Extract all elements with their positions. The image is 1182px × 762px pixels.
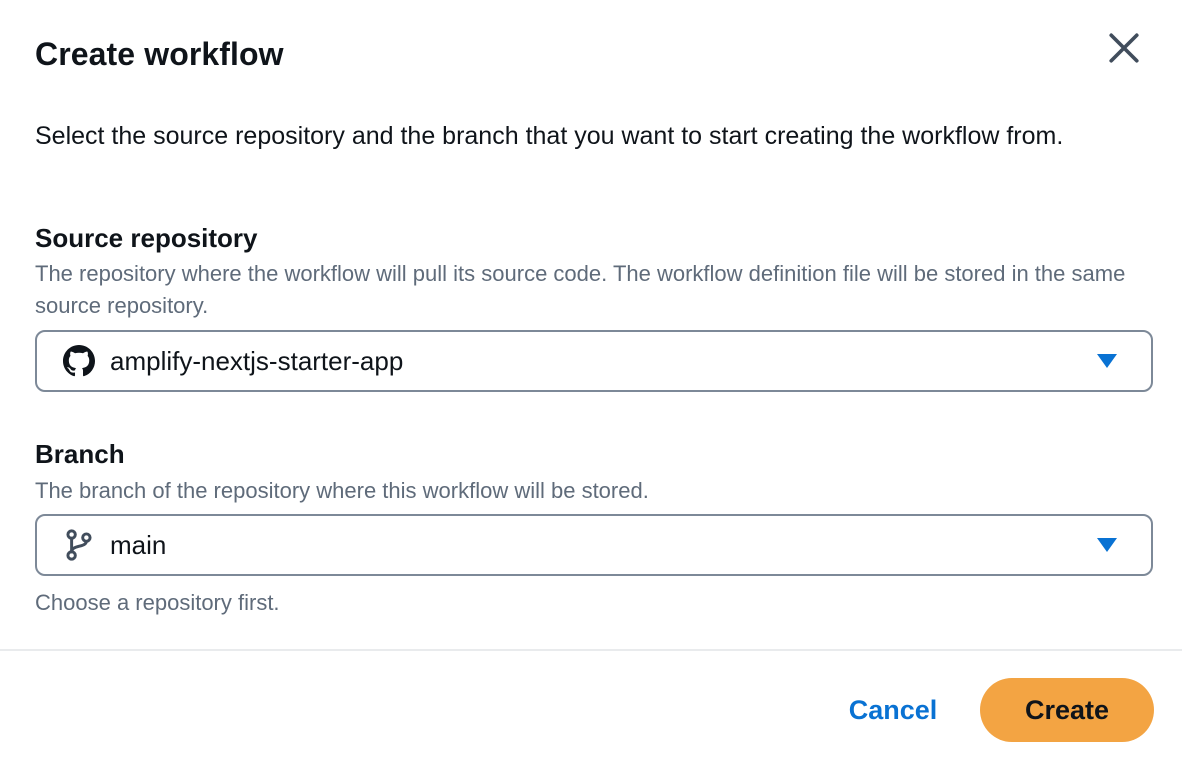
branch-select[interactable]: main (35, 514, 1153, 576)
caret-down-icon (1095, 349, 1119, 373)
close-icon (1109, 33, 1139, 63)
caret-down-icon (1095, 533, 1119, 557)
branch-description: The branch of the repository where this … (35, 478, 649, 503)
branch-label: Branch (35, 439, 125, 469)
modal-title: Create workflow (35, 36, 284, 72)
create-workflow-modal: Create workflow Select the source reposi… (0, 0, 1182, 762)
branch-constraint-text: Choose a repository first. (35, 590, 280, 615)
footer-divider (0, 649, 1182, 651)
git-branch-icon (62, 528, 96, 562)
close-button[interactable] (1102, 26, 1146, 70)
github-icon (62, 344, 96, 378)
source-repository-value: amplify-nextjs-starter-app (110, 345, 404, 376)
modal-header: Create workflow (35, 30, 1152, 80)
source-repository-label: Source repository (35, 223, 258, 253)
cancel-button[interactable]: Cancel (830, 678, 956, 742)
modal-intro-text: Select the source repository and the bra… (35, 122, 1064, 150)
source-repository-select[interactable]: amplify-nextjs-starter-app (35, 330, 1153, 392)
create-button[interactable]: Create (980, 678, 1154, 742)
source-repository-description: The repository where the workflow will p… (35, 261, 1126, 318)
branch-value: main (110, 529, 167, 560)
